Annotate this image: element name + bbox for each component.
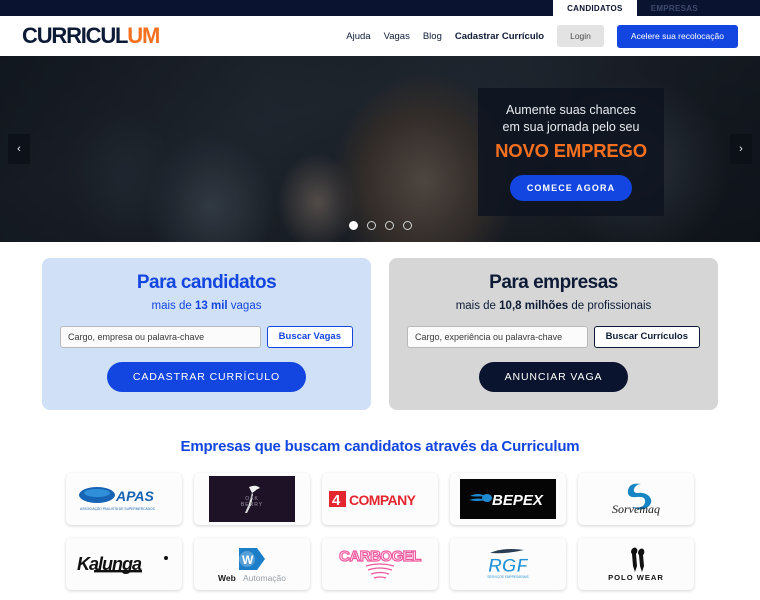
companies-subtitle-pre: mais de [455, 299, 500, 312]
svg-text:Sorvemaq: Sorvemaq [612, 502, 660, 516]
nav-item-cadastrar-curriculo[interactable]: Cadastrar Currículo [455, 31, 544, 42]
main-navigation: Ajuda Vagas Blog Cadastrar Currículo Log… [346, 24, 738, 48]
companies-search-row: Buscar Currículos [407, 325, 700, 348]
tab-candidatos[interactable]: CANDIDATOS [553, 0, 637, 16]
buscar-vagas-button[interactable]: Buscar Vagas [266, 325, 353, 348]
chevron-left-icon[interactable]: ‹ [8, 134, 30, 164]
logo-card-polo-wear[interactable]: POLO WEAR [578, 537, 694, 590]
svg-text:W: W [242, 553, 254, 567]
svg-text:CARBOGEL: CARBOGEL [339, 548, 421, 565]
top-account-bar: CANDIDATOS EMPRESAS [0, 0, 760, 16]
svg-text:Automação: Automação [243, 573, 286, 583]
tab-empresas[interactable]: EMPRESAS [637, 0, 712, 16]
candidates-search-input[interactable] [60, 325, 261, 348]
nav-item-vagas[interactable]: Vagas [384, 31, 410, 42]
kalunga-logo-icon: Kalunga [77, 554, 168, 574]
companies-panel-title: Para empresas [489, 272, 618, 293]
companies-professional-count: 10,8 milhões [499, 299, 569, 312]
nav-item-ajuda[interactable]: Ajuda [346, 31, 370, 42]
partner-companies-section: Empresas que buscam candidatos através d… [0, 410, 760, 590]
partner-companies-heading: Empresas que buscam candidatos através d… [180, 437, 580, 455]
candidates-panel-subtitle: mais de 13 mil vagas [60, 300, 353, 312]
logo-card-carbogel[interactable]: CARBOGEL [322, 537, 438, 590]
logo-text-accent: UM [127, 23, 160, 48]
logo-card-sorvemaq[interactable]: Sorvemaq [578, 472, 694, 525]
logo-card-bepex[interactable]: BEPEX [450, 472, 566, 525]
carousel-dots [0, 221, 760, 230]
acelere-recolocacao-button[interactable]: Acelere sua recolocação [616, 24, 738, 48]
dual-search-panels: Para candidatos mais de 13 mil vagas Bus… [0, 242, 760, 410]
site-header: CURRICULUM Ajuda Vagas Blog Cadastrar Cu… [0, 16, 760, 56]
hero-headline-line1: Aumente suas chances [506, 103, 636, 117]
companies-panel-subtitle: mais de 10,8 milhões de profissionais [407, 300, 700, 312]
hero-headline-highlight: NOVO EMPREGO [495, 139, 647, 161]
svg-text:SERVIÇOS EMPRESARIAIS: SERVIÇOS EMPRESARIAIS [487, 575, 528, 579]
nav-item-blog[interactable]: Blog [423, 31, 442, 42]
svg-text:Web: Web [218, 573, 236, 583]
companies-panel: Para empresas mais de 10,8 milhões de pr… [389, 258, 718, 410]
rgf-logo-icon: RGF SERVIÇOS EMPRESARIAIS [487, 548, 530, 579]
svg-text:BERRY: BERRY [241, 502, 263, 508]
buscar-curriculos-button[interactable]: Buscar Currículos [593, 325, 700, 348]
candidates-panel: Para candidatos mais de 13 mil vagas Bus… [42, 258, 371, 410]
hero-promo-card: Aumente suas chances em sua jornada pelo… [478, 88, 664, 216]
cadastrar-curriculo-button[interactable]: CADASTRAR CURRÍCULO [106, 361, 307, 392]
hero-headline-line2: em sua jornada pelo seu [502, 119, 640, 134]
logo-card-kalunga[interactable]: Kalunga [66, 537, 182, 590]
candidates-subtitle-post: vagas [227, 299, 262, 312]
partner-logo-grid: APAS ASSOCIAÇÃO PAULISTA DE SUPERMERCADO… [66, 472, 694, 590]
svg-text:BEPEX: BEPEX [492, 492, 544, 509]
comece-agora-button[interactable]: COMECE AGORA [509, 174, 633, 201]
apas-logo-icon: APAS ASSOCIAÇÃO PAULISTA DE SUPERMERCADO… [79, 486, 156, 511]
logo-text-main: CURRICUL [22, 23, 128, 48]
sorvemaq-logo-icon: Sorvemaq [612, 483, 660, 516]
polo-wear-logo-icon: POLO WEAR [608, 547, 664, 582]
4company-logo-icon: 4 COMPANY [329, 490, 417, 509]
companies-subtitle-post: de profissionais [568, 299, 652, 312]
svg-text:APAS: APAS [115, 488, 155, 504]
carbogel-logo-icon: CARBOGEL [338, 547, 422, 579]
logo-card-webautomacao[interactable]: W Web Automação [194, 537, 310, 590]
carousel-dot-2[interactable] [366, 221, 376, 230]
login-button[interactable]: Login [557, 25, 604, 47]
account-type-tabs: CANDIDATOS EMPRESAS [553, 0, 712, 16]
site-logo[interactable]: CURRICULUM [22, 23, 160, 48]
carousel-dot-4[interactable] [402, 221, 412, 230]
candidates-search-row: Buscar Vagas [60, 325, 353, 348]
logo-card-4company[interactable]: 4 COMPANY [322, 472, 438, 525]
logo-card-oak-berry[interactable]: OAK BERRY [194, 472, 310, 525]
carousel-dot-3[interactable] [384, 221, 394, 230]
svg-text:POLO WEAR: POLO WEAR [608, 573, 664, 582]
carousel-dot-1[interactable] [348, 221, 358, 230]
companies-search-input[interactable] [407, 325, 588, 348]
svg-text:RGF: RGF [488, 556, 530, 577]
chevron-right-icon[interactable]: › [730, 134, 752, 164]
candidates-vacancy-count: 13 mil [194, 299, 228, 312]
candidates-panel-title: Para candidatos [136, 272, 277, 293]
svg-text:4: 4 [332, 492, 341, 509]
anunciar-vaga-button[interactable]: ANUNCIAR VAGA [478, 361, 629, 392]
bepex-logo-icon: BEPEX [460, 478, 556, 519]
logo-card-rgf[interactable]: RGF SERVIÇOS EMPRESARIAIS [450, 537, 566, 590]
svg-text:COMPANY: COMPANY [349, 492, 417, 508]
candidates-subtitle-pre: mais de [151, 299, 195, 312]
logo-card-apas[interactable]: APAS ASSOCIAÇÃO PAULISTA DE SUPERMERCADO… [66, 472, 182, 525]
oak-berry-logo-icon: OAK BERRY [209, 475, 295, 522]
svg-text:ASSOCIAÇÃO PAULISTA DE SUPERME: ASSOCIAÇÃO PAULISTA DE SUPERMERCADOS [80, 506, 156, 511]
webautomacao-logo-icon: W Web Automação [218, 547, 286, 583]
hero-carousel: ‹ › Aumente suas chances em sua jornada … [0, 56, 760, 242]
